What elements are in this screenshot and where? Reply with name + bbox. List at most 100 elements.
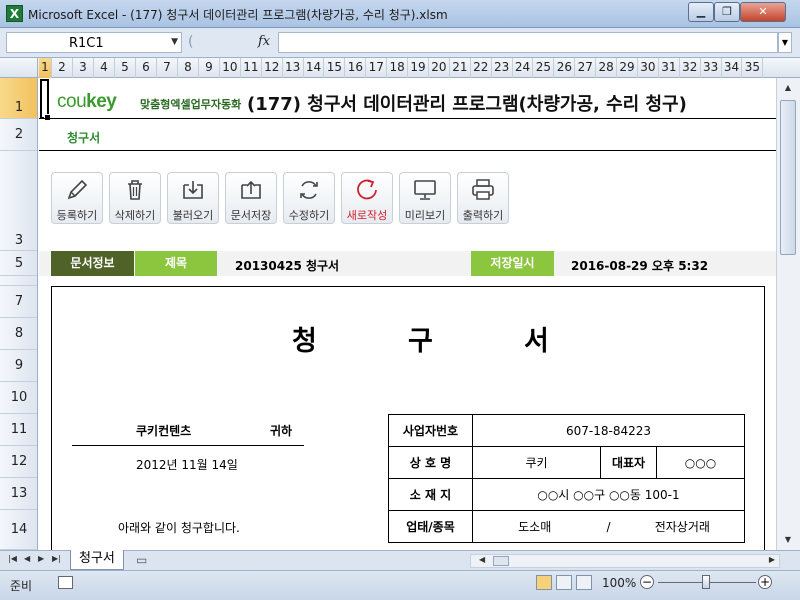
chevron-down-icon[interactable]: ▼ — [778, 32, 792, 53]
company-name-value[interactable]: 쿠키 — [472, 446, 601, 479]
formula-input[interactable] — [278, 32, 778, 53]
representative-value[interactable]: ○○○ — [656, 446, 745, 479]
next-sheet-icon[interactable]: ▶ — [38, 554, 44, 563]
scroll-left-icon[interactable]: ◀ — [479, 555, 485, 564]
first-sheet-icon[interactable]: |◀ — [8, 554, 17, 563]
column-header[interactable]: 4 — [94, 58, 115, 78]
row-header[interactable]: 12 — [0, 446, 37, 478]
scroll-thumb[interactable] — [780, 100, 796, 255]
column-header[interactable]: 11 — [241, 58, 262, 78]
scroll-down-icon[interactable]: ▼ — [779, 532, 797, 548]
zoom-in-icon[interactable]: + — [758, 575, 772, 589]
recipient-name[interactable]: 쿠키컨텐츠 — [136, 422, 191, 439]
insert-sheet-icon[interactable]: ▭ — [136, 553, 147, 567]
column-header[interactable]: 30 — [638, 58, 659, 78]
maximize-button[interactable]: ❐ — [714, 2, 740, 22]
row-header[interactable]: 7 — [0, 286, 37, 318]
column-header[interactable]: 3 — [73, 58, 94, 78]
column-header[interactable]: 13 — [283, 58, 304, 78]
column-header[interactable]: 17 — [366, 58, 388, 78]
row-header[interactable]: 6 — [0, 276, 37, 286]
zoom-out-icon[interactable]: − — [640, 575, 654, 589]
title-value[interactable]: 20130425 청구서 — [235, 257, 339, 274]
row-header[interactable]: 5 — [0, 251, 37, 276]
select-all-corner[interactable] — [0, 58, 38, 78]
scroll-up-icon[interactable]: ▲ — [779, 80, 797, 96]
vertical-scrollbar[interactable]: ▲ ▼ — [776, 78, 800, 550]
row-header[interactable]: 3 — [0, 151, 37, 251]
column-header[interactable]: 27 — [575, 58, 597, 78]
column-header[interactable]: 12 — [262, 58, 283, 78]
macro-record-icon[interactable] — [58, 576, 73, 589]
chevron-down-icon[interactable]: ▼ — [171, 37, 178, 47]
prev-sheet-icon[interactable]: ◀ — [24, 554, 30, 563]
column-header[interactable]: 29 — [617, 58, 638, 78]
column-header[interactable]: 18 — [387, 58, 409, 78]
last-sheet-icon[interactable]: ▶| — [52, 554, 61, 563]
row-header[interactable]: 2 — [0, 119, 37, 151]
column-header[interactable]: 35 — [743, 58, 764, 78]
register-button[interactable]: 등록하기 — [51, 172, 103, 224]
sheet-tab[interactable]: 청구서 — [70, 550, 124, 570]
page-layout-view-button[interactable] — [556, 575, 572, 590]
column-header[interactable]: 14 — [304, 58, 325, 78]
normal-view-button[interactable] — [536, 575, 552, 590]
column-header[interactable]: 22 — [471, 58, 492, 78]
column-header[interactable]: 31 — [659, 58, 680, 78]
new-document-button[interactable]: 새로작성 — [341, 172, 393, 224]
row-header[interactable]: 1 — [0, 78, 37, 119]
reg-no-label: 사업자번호 — [388, 414, 473, 447]
zoom-slider-thumb[interactable] — [702, 575, 710, 589]
row-header[interactable]: 9 — [0, 350, 37, 382]
column-header[interactable]: 21 — [450, 58, 471, 78]
preview-button[interactable]: 미리보기 — [399, 172, 451, 224]
column-header[interactable]: 5 — [115, 58, 136, 78]
column-header[interactable]: 19 — [408, 58, 429, 78]
column-header[interactable]: 15 — [325, 58, 346, 78]
scroll-right-icon[interactable]: ▶ — [769, 555, 775, 564]
column-header[interactable]: 1 — [39, 58, 52, 78]
row-header[interactable]: 13 — [0, 478, 37, 510]
horizontal-scrollbar[interactable]: ◀ ▶ — [470, 554, 780, 568]
address-value[interactable]: ○○시 ○○구 ○○동 100-1 — [472, 478, 745, 511]
invoice-date[interactable]: 2012년 11월 14일 — [136, 456, 238, 473]
reg-no-value[interactable]: 607-18-84223 — [472, 414, 745, 447]
column-header[interactable]: 28 — [596, 58, 618, 78]
column-header[interactable]: 33 — [701, 58, 722, 78]
column-header[interactable]: 26 — [554, 58, 576, 78]
scroll-thumb[interactable] — [493, 556, 509, 566]
column-header[interactable]: 7 — [157, 58, 178, 78]
delete-button[interactable]: 삭제하기 — [109, 172, 161, 224]
column-header[interactable]: 2 — [52, 58, 73, 78]
edit-button[interactable]: 수정하기 — [283, 172, 335, 224]
print-button[interactable]: 출력하기 — [457, 172, 509, 224]
refresh-icon — [300, 181, 318, 199]
name-box[interactable]: R1C1 ▼ — [6, 32, 182, 53]
column-header[interactable]: 34 — [722, 58, 743, 78]
load-button[interactable]: 불러오기 — [167, 172, 219, 224]
row-header[interactable]: 10 — [0, 382, 37, 414]
column-header[interactable]: 32 — [680, 58, 701, 78]
page-break-view-button[interactable] — [576, 575, 592, 590]
zoom-level[interactable]: 100% — [602, 576, 636, 590]
page-subtitle: 청구서 — [67, 131, 101, 145]
column-header[interactable]: 9 — [199, 58, 220, 78]
minimize-button[interactable]: ▁ — [688, 2, 714, 22]
column-header[interactable]: 20 — [429, 58, 450, 78]
title-label: 제목 — [135, 251, 217, 276]
column-header[interactable]: 6 — [136, 58, 157, 78]
column-header[interactable]: 10 — [220, 58, 241, 78]
column-header[interactable]: 25 — [534, 58, 555, 78]
worksheet[interactable]: coukey 맞춤형엑셀업무자동화 (177) 청구서 데이터관리 프로그램(차… — [39, 78, 776, 550]
column-header[interactable]: 16 — [345, 58, 367, 78]
column-header[interactable]: 24 — [513, 58, 534, 78]
row-header[interactable]: 11 — [0, 414, 37, 446]
column-header[interactable]: 23 — [492, 58, 513, 78]
insert-function-icon[interactable]: fx — [258, 34, 270, 49]
close-button[interactable]: ✕ — [740, 2, 786, 22]
column-header[interactable]: 8 — [178, 58, 199, 78]
row-header[interactable]: 14 — [0, 510, 37, 550]
save-document-button[interactable]: 문서저장 — [225, 172, 277, 224]
row-header[interactable]: 8 — [0, 318, 37, 350]
business-type-cell[interactable]: 도소매 / 전자상거래 — [472, 510, 745, 543]
